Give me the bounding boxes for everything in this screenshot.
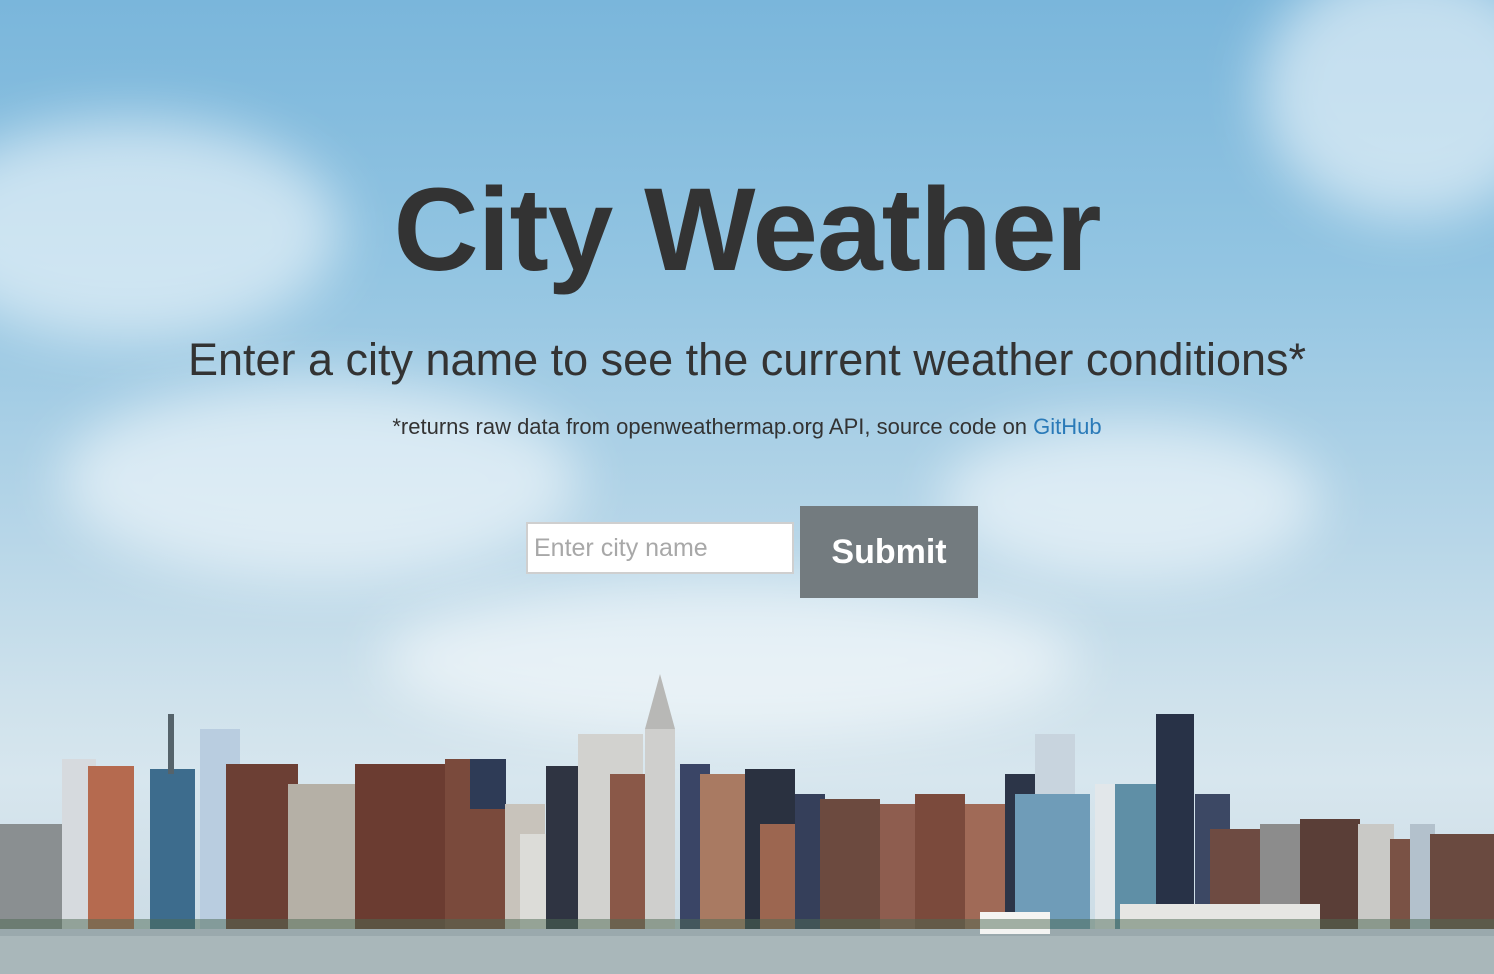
page-subtitle: Enter a city name to see the current wea… — [187, 334, 1307, 385]
github-link[interactable]: GitHub — [1033, 414, 1101, 439]
submit-button[interactable]: Submit — [800, 506, 978, 598]
api-note-text: *returns raw data from openweathermap.or… — [392, 414, 1034, 439]
background-photo — [0, 0, 1494, 974]
city-name-input[interactable] — [526, 522, 794, 574]
city-skyline-icon — [0, 674, 1494, 974]
api-note: *returns raw data from openweathermap.or… — [0, 414, 1494, 440]
page-title: City Weather — [393, 164, 1101, 296]
